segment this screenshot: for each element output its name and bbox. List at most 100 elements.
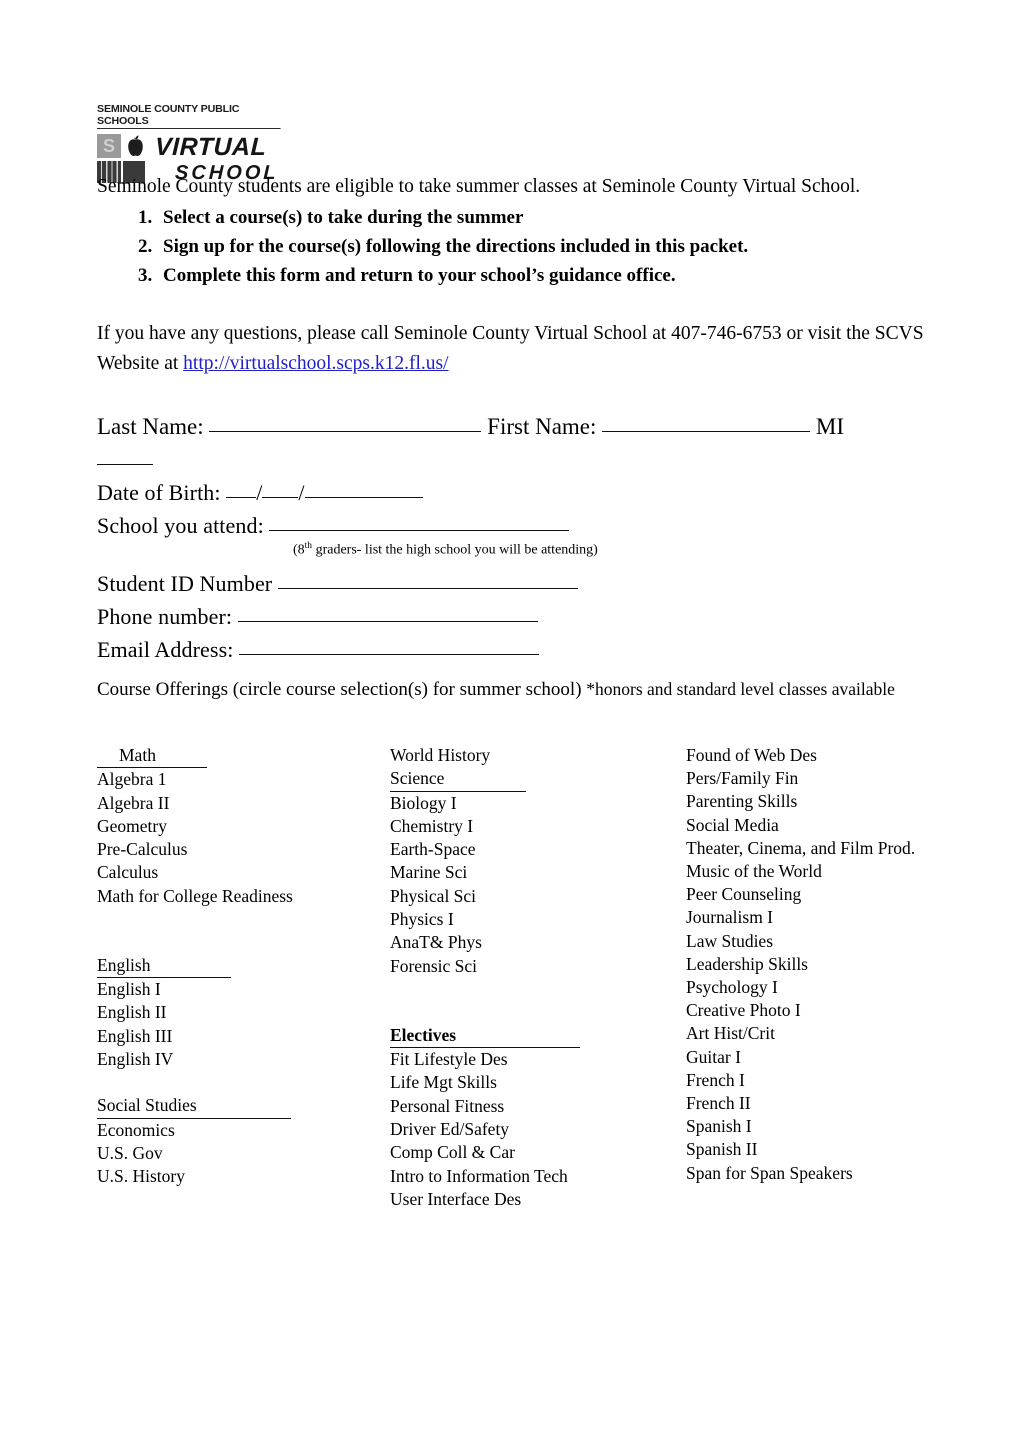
course-section-header: Math (97, 744, 387, 769)
student-id-field-row: Student ID Number (97, 567, 927, 600)
contact-paragraph: If you have any questions, please call S… (97, 319, 927, 379)
course-section-header-label: Electives (390, 1024, 580, 1049)
course-column-middle: World History Science Biology I Chemistry I… (390, 744, 680, 1211)
dob-separator-2: / (298, 480, 305, 505)
course-item[interactable]: Creative Photo I (686, 999, 1006, 1022)
course-item[interactable]: Journalism I (686, 906, 1006, 929)
document-page: SEMINOLE COUNTY PUBLIC SCHOOLS S VIRTUAL… (0, 0, 1020, 1443)
course-offerings-note: *honors and standard level classes avail… (586, 679, 895, 699)
note-ordinal-suffix: th (304, 541, 313, 551)
email-input[interactable] (239, 654, 540, 655)
course-item[interactable]: Math for College Readiness (97, 885, 387, 908)
course-item[interactable]: Leadership Skills (686, 953, 1006, 976)
course-section-header: English (97, 954, 387, 979)
course-item[interactable]: Span for Span Speakers (686, 1162, 1006, 1185)
apple-icon (128, 135, 143, 156)
course-item[interactable]: Spanish I (686, 1115, 1006, 1138)
course-offerings-main-text: Course Offerings (circle course selectio… (97, 679, 587, 700)
course-item[interactable]: Physical Sci (390, 885, 680, 908)
course-item[interactable]: U.S. Gov (97, 1142, 387, 1165)
note-prefix: (8 (293, 542, 305, 558)
phone-input[interactable] (237, 621, 538, 622)
dob-day-input[interactable] (262, 497, 299, 498)
email-field-row: Email Address: (97, 633, 927, 666)
course-item[interactable]: Chemistry I (390, 815, 680, 838)
course-item[interactable]: Parenting Skills (686, 790, 1006, 813)
scvs-website-link[interactable]: http://virtualschool.scps.k12.fl.us/ (183, 353, 448, 374)
course-item[interactable]: Social Media (686, 814, 1006, 837)
dob-month-input[interactable] (226, 497, 257, 498)
mi-field-row (97, 443, 927, 476)
course-item[interactable]: Comp Coll & Car (390, 1141, 680, 1164)
course-item[interactable]: Biology I (390, 792, 680, 815)
column-spacer (97, 908, 387, 954)
course-section-header-label: Math (97, 744, 207, 769)
course-section-header-label: English (97, 954, 231, 979)
first-name-label: First Name: (487, 414, 597, 439)
course-item[interactable]: Art Hist/Crit (686, 1022, 1006, 1045)
course-item[interactable]: Personal Fitness (390, 1095, 680, 1118)
course-item[interactable]: Geometry (97, 815, 387, 838)
course-section-header: Electives (390, 1024, 680, 1049)
first-name-input[interactable] (602, 431, 811, 432)
course-item[interactable]: Physics I (390, 908, 680, 931)
course-item[interactable]: U.S. History (97, 1165, 387, 1188)
instruction-step: Select a course(s) to take during the su… (157, 203, 748, 232)
school-input[interactable] (269, 530, 570, 531)
course-offerings-heading: Course Offerings (circle course selectio… (97, 676, 897, 703)
mi-label: MI (815, 414, 845, 439)
course-item[interactable]: English II (97, 1001, 387, 1024)
course-item[interactable]: Guitar I (686, 1046, 1006, 1069)
note-body: graders- list the high school you will b… (312, 542, 598, 558)
course-item[interactable]: Peer Counseling (686, 883, 1006, 906)
course-item[interactable]: French I (686, 1069, 1006, 1092)
course-item[interactable]: French II (686, 1092, 1006, 1115)
logo-district-name: SEMINOLE COUNTY PUBLIC SCHOOLS (97, 103, 281, 129)
course-item[interactable]: Pers/Family Fin (686, 767, 1006, 790)
course-item[interactable]: Intro to Information Tech (390, 1165, 680, 1188)
course-section-header: Social Studies (97, 1094, 387, 1119)
course-item[interactable]: English I (97, 978, 387, 1001)
course-item[interactable]: Economics (97, 1119, 387, 1142)
dob-label: Date of Birth: (97, 480, 221, 505)
course-section-header: Science (390, 767, 680, 792)
course-item[interactable]: Found of Web Des (686, 744, 1006, 767)
student-id-input[interactable] (277, 588, 578, 589)
course-item[interactable]: User Interface Des (390, 1188, 680, 1211)
intro-sentence: Seminole County students are eligible to… (97, 176, 861, 197)
instruction-step-label: Sign up for the course(s) following the … (163, 236, 749, 257)
instruction-step-label: Select a course(s) to take during the su… (163, 207, 524, 228)
instruction-step: Complete this form and return to your sc… (157, 261, 748, 290)
name-field-row: Last Name: First Name: MI (97, 410, 927, 443)
course-column-right: Found of Web Des Pers/Family Fin Parenting… (686, 744, 1006, 1185)
eighth-grader-note: (8th graders- list the high school you w… (293, 537, 598, 560)
course-item[interactable]: Theater, Cinema, and Film Prod. (686, 837, 1006, 860)
course-item[interactable]: Marine Sci (390, 861, 680, 884)
column-spacer (390, 978, 680, 1024)
course-item[interactable]: Music of the World (686, 860, 1006, 883)
course-item[interactable]: Psychology I (686, 976, 1006, 999)
course-section-header-label: Social Studies (97, 1094, 291, 1119)
course-item[interactable]: Forensic Sci (390, 955, 680, 978)
course-item[interactable]: English III (97, 1025, 387, 1048)
course-item[interactable]: AnaT& Phys (390, 931, 680, 954)
course-item[interactable]: Pre-Calculus (97, 838, 387, 861)
last-name-input[interactable] (209, 431, 482, 432)
dob-field-row: Date of Birth: / / (97, 476, 927, 509)
course-item[interactable]: Calculus (97, 861, 387, 884)
dob-year-input[interactable] (304, 497, 423, 498)
course-item[interactable]: Algebra 1 (97, 768, 387, 791)
course-item[interactable]: Earth-Space (390, 838, 680, 861)
course-item[interactable]: Algebra II (97, 792, 387, 815)
column-spacer (97, 1071, 387, 1094)
course-item[interactable]: Driver Ed/Safety (390, 1118, 680, 1141)
course-item[interactable]: World History (390, 744, 680, 767)
course-item[interactable]: Fit Lifestyle Des (390, 1048, 680, 1071)
course-item[interactable]: English IV (97, 1048, 387, 1071)
instruction-step-label: Complete this form and return to your sc… (163, 265, 676, 286)
course-item[interactable]: Life Mgt Skills (390, 1071, 680, 1094)
course-item[interactable]: Law Studies (686, 930, 1006, 953)
mi-input[interactable] (97, 464, 153, 465)
course-item[interactable]: Spanish II (686, 1138, 1006, 1161)
instruction-step: Sign up for the course(s) following the … (157, 232, 748, 261)
